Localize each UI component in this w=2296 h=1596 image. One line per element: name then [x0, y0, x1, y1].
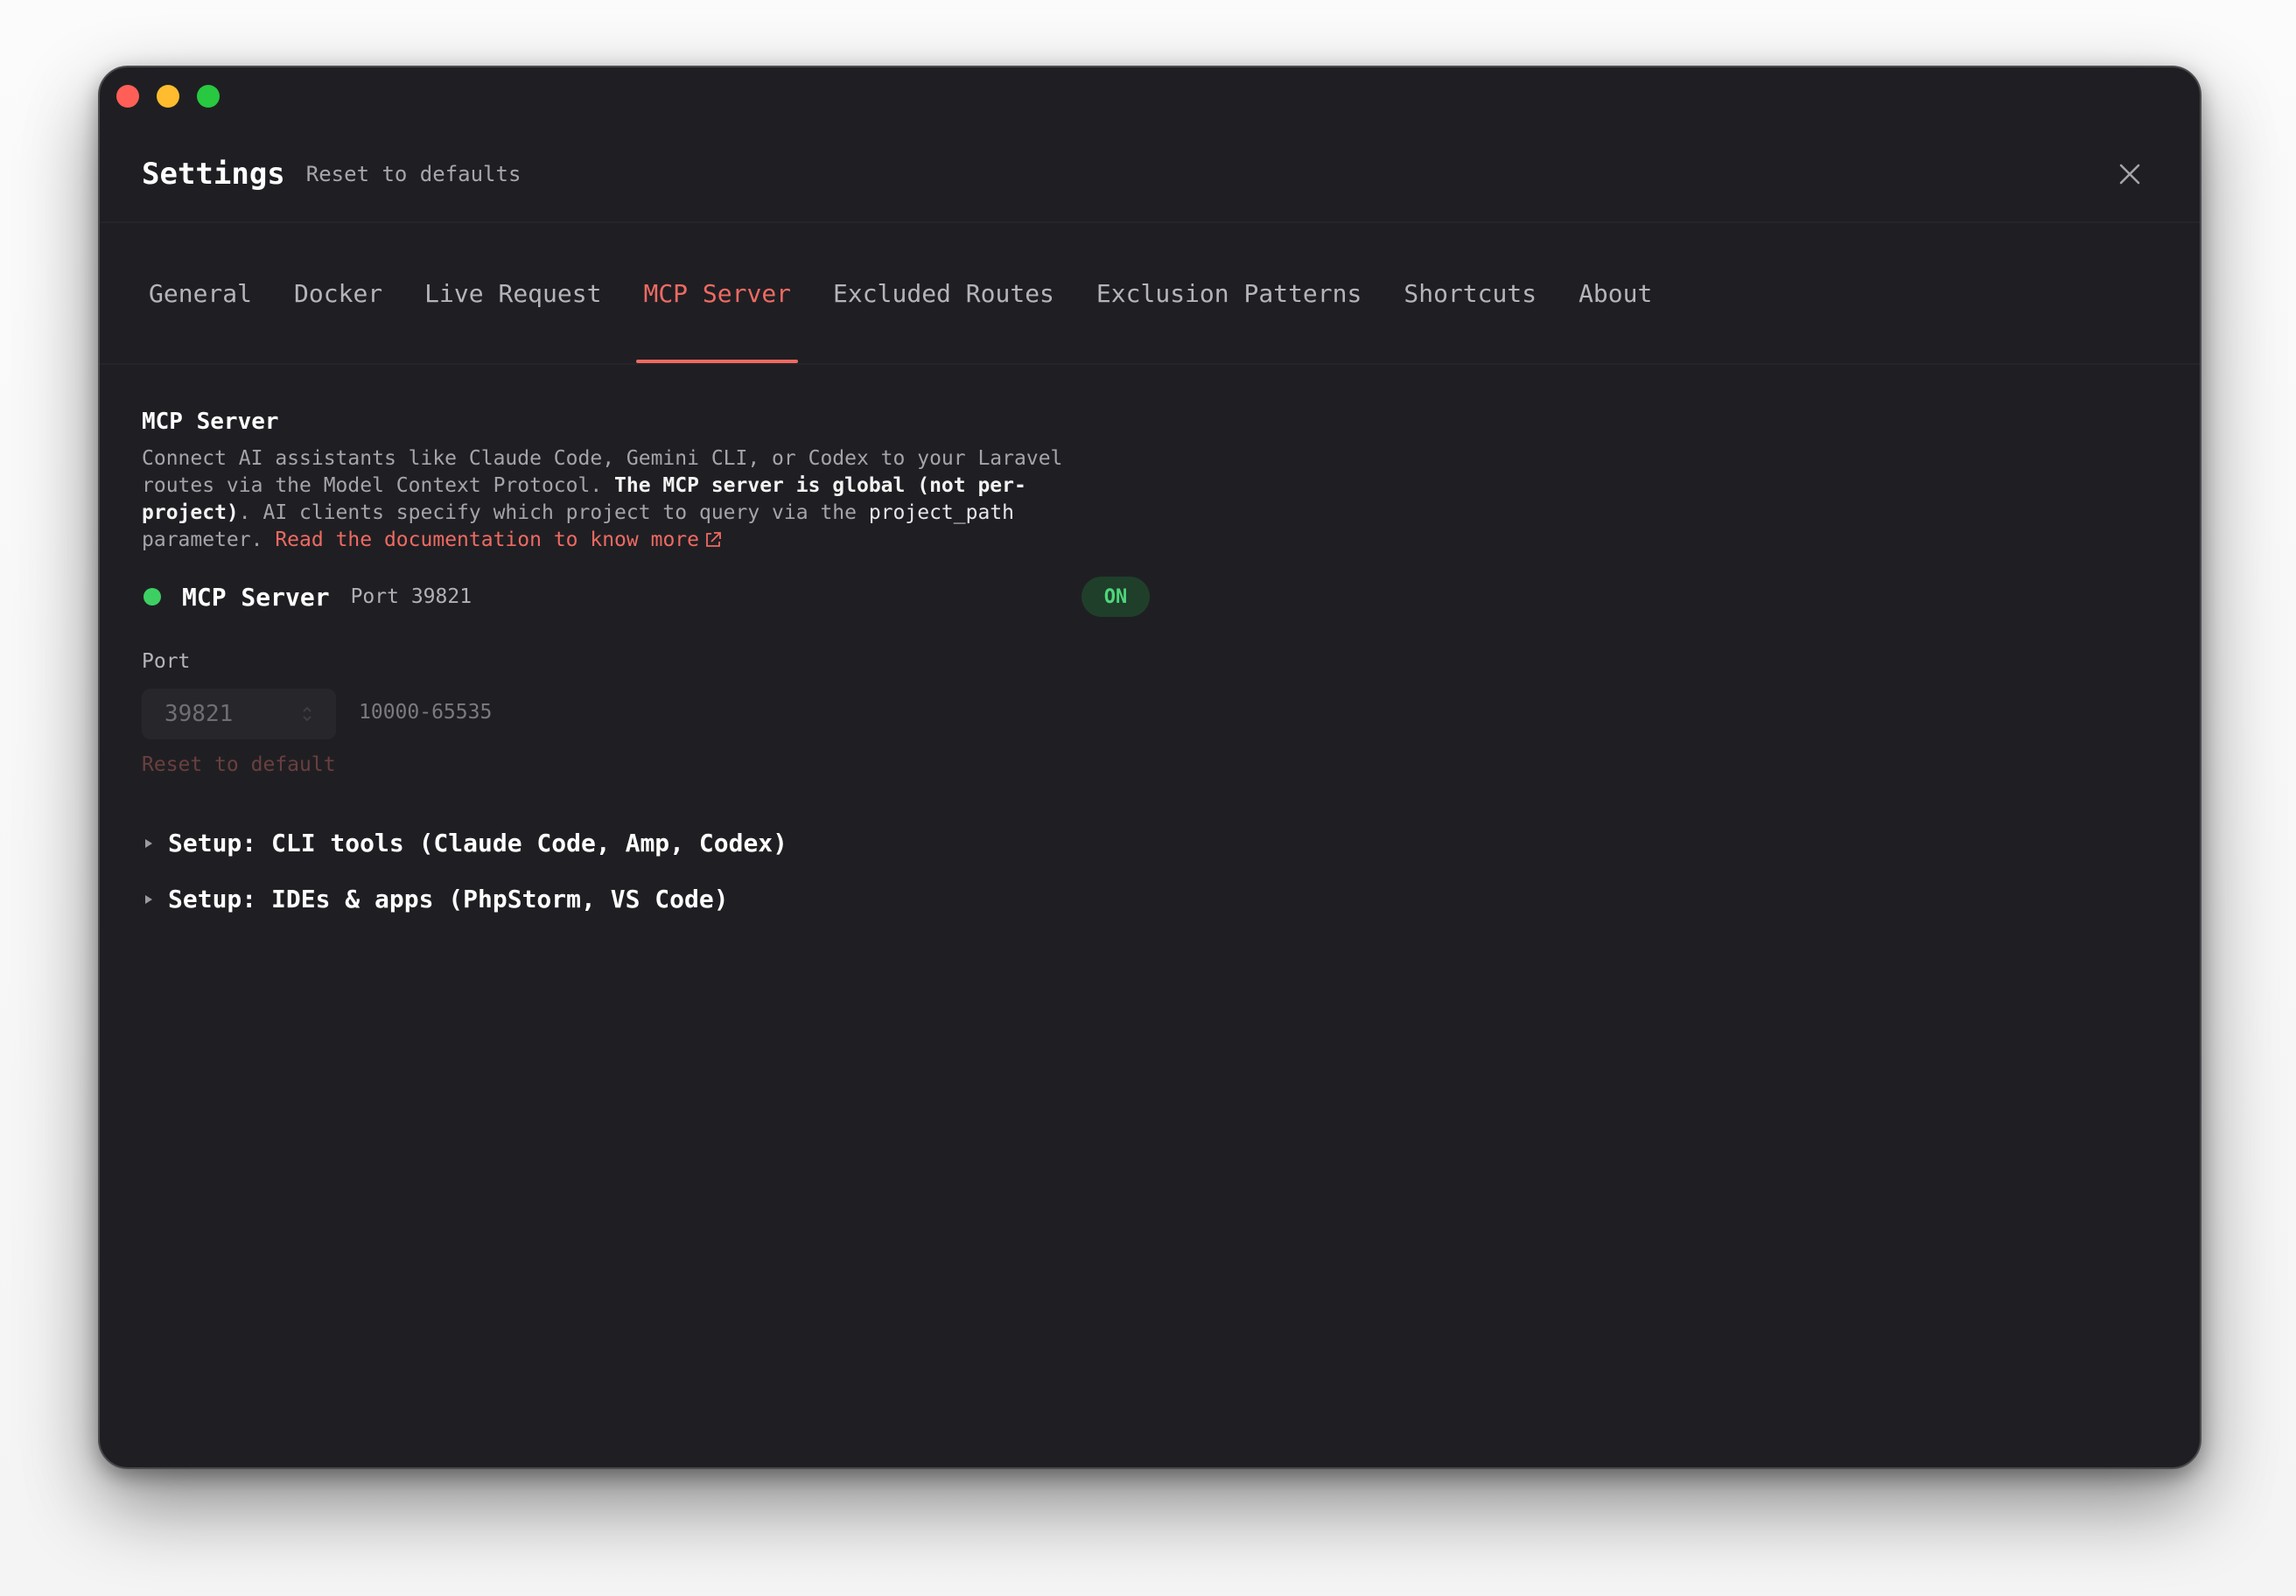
port-field-label: Port	[142, 650, 191, 673]
server-port-text: Port 39821	[350, 585, 472, 608]
reset-port-to-default-link[interactable]: Reset to default	[142, 753, 336, 776]
close-settings-button[interactable]	[2110, 155, 2149, 193]
setup-cli-tools-label: Setup: CLI tools (Claude Code, Amp, Code…	[168, 829, 788, 858]
section-description: Connect AI assistants like Claude Code, …	[142, 445, 1113, 554]
port-input[interactable]	[142, 700, 298, 728]
description-text: . AI clients specify which project to qu…	[238, 501, 869, 524]
settings-window: Settings Reset to defaults General Docke…	[98, 66, 2202, 1469]
server-name: MCP Server	[182, 582, 330, 612]
tabs-divider	[100, 363, 2200, 365]
stepper-icon[interactable]	[301, 704, 313, 724]
tab-general[interactable]: General	[142, 223, 259, 363]
window-maximize-button[interactable]	[197, 85, 220, 108]
port-range-hint: 10000-65535	[359, 701, 493, 724]
page-title: Settings	[142, 157, 285, 192]
tab-excluded-routes[interactable]: Excluded Routes	[826, 223, 1061, 363]
settings-header: Settings Reset to defaults	[142, 148, 2158, 200]
window-controls	[116, 85, 220, 108]
tab-exclusion-patterns[interactable]: Exclusion Patterns	[1089, 223, 1368, 363]
window-close-button[interactable]	[116, 85, 139, 108]
setup-ides-apps-label: Setup: IDEs & apps (PhpStorm, VS Code)	[168, 885, 729, 914]
close-icon	[2119, 164, 2140, 185]
tab-docker[interactable]: Docker	[287, 223, 389, 363]
documentation-link-label: Read the documentation to know more	[275, 528, 699, 551]
external-link-icon	[706, 532, 721, 547]
disclosure-triangle-icon	[145, 894, 152, 904]
reset-to-defaults-link[interactable]: Reset to defaults	[306, 162, 522, 186]
disclosure-triangle-icon	[145, 838, 152, 848]
port-input-container	[142, 689, 336, 739]
setup-cli-tools-disclosure[interactable]: Setup: CLI tools (Claude Code, Amp, Code…	[142, 829, 788, 858]
window-minimize-button[interactable]	[157, 85, 179, 108]
tab-shortcuts[interactable]: Shortcuts	[1396, 223, 1544, 363]
settings-tabs: General Docker Live Request MCP Server E…	[142, 223, 1687, 363]
tab-mcp-server[interactable]: MCP Server	[636, 223, 798, 363]
setup-ides-apps-disclosure[interactable]: Setup: IDEs & apps (PhpStorm, VS Code)	[142, 885, 729, 914]
description-code: project_path	[868, 501, 1015, 524]
mcp-server-panel: MCP Server Connect AI assistants like Cl…	[142, 409, 1192, 914]
description-text: parameter.	[142, 528, 276, 551]
status-indicator-dot	[144, 588, 161, 606]
documentation-link[interactable]: Read the documentation to know more	[275, 528, 722, 551]
mcp-server-status-row: MCP Server Port 39821 ON	[142, 575, 1192, 619]
tab-live-request[interactable]: Live Request	[417, 223, 608, 363]
tab-about[interactable]: About	[1572, 223, 1659, 363]
section-title: MCP Server	[142, 409, 279, 435]
desktop-background: Settings Reset to defaults General Docke…	[0, 0, 2296, 1596]
server-toggle-on[interactable]: ON	[1082, 577, 1150, 617]
